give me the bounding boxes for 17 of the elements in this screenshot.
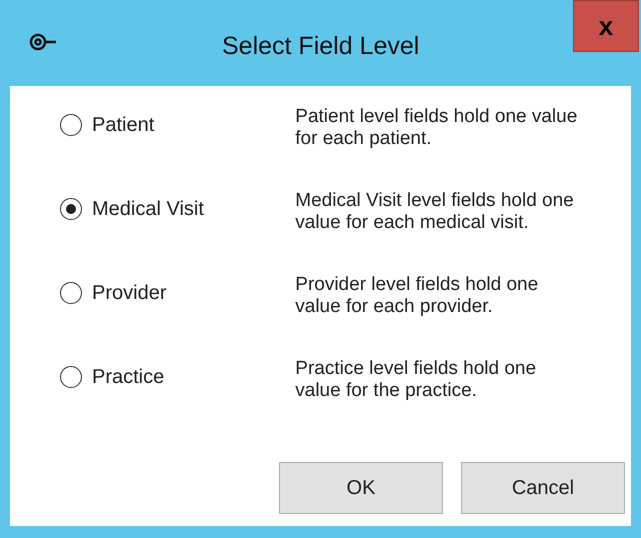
ok-button[interactable]: OK xyxy=(279,462,443,514)
radio-option[interactable]: Practice xyxy=(60,362,296,392)
radio-button[interactable] xyxy=(60,282,82,304)
radio-option[interactable]: Patient xyxy=(60,110,296,140)
radio-option[interactable]: Medical Visit xyxy=(60,194,296,224)
key-icon xyxy=(28,32,58,52)
radio-option[interactable]: Provider xyxy=(60,278,296,308)
option-description: Provider level fields hold one value for each provider. xyxy=(295,274,540,318)
radio-button[interactable] xyxy=(60,114,82,136)
radio-button[interactable] xyxy=(60,366,82,388)
window-title: Select Field Level xyxy=(222,31,420,62)
option-description: Medical Visit level fields hold one value for each medical visit. xyxy=(295,190,575,234)
option-description: Practice level fields hold one value for the practice. xyxy=(295,358,538,402)
option-description: Patient level fields hold one value for each patient. xyxy=(295,106,578,150)
close-button[interactable]: x xyxy=(573,0,639,52)
radio-button[interactable] xyxy=(60,198,82,220)
cancel-button[interactable]: Cancel xyxy=(461,462,625,514)
